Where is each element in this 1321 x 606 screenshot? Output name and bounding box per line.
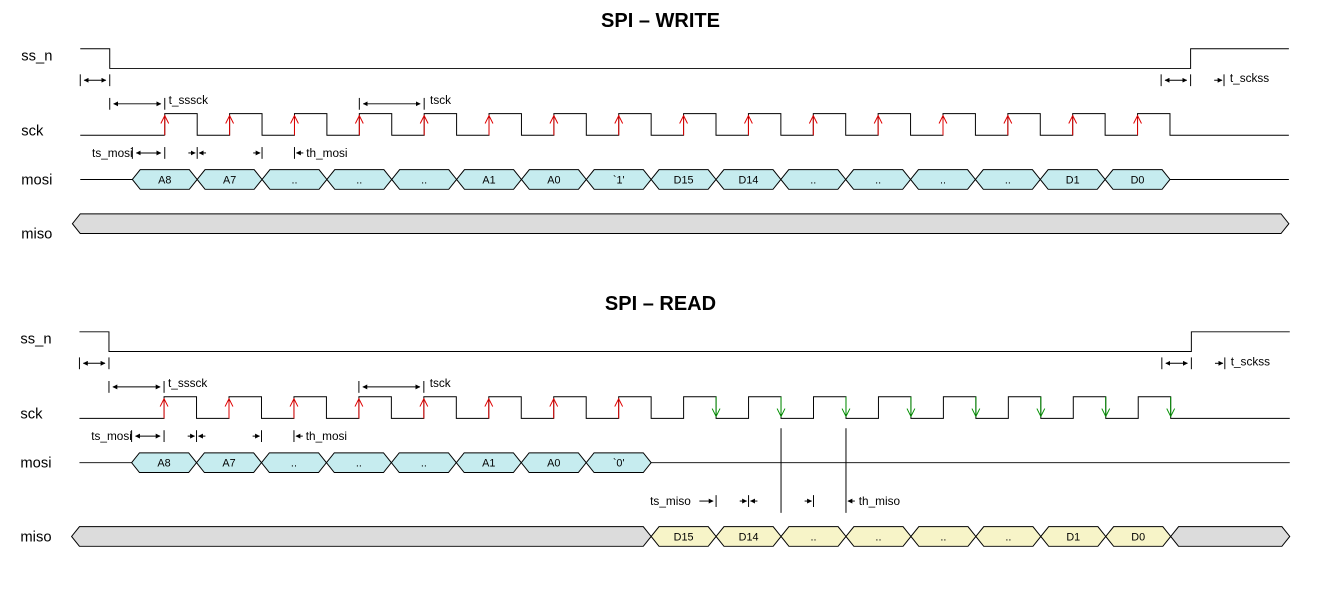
miso-dontcare-tail [1171, 527, 1290, 547]
bus-cell-label: A0 [547, 174, 560, 186]
bus-cell-label: .. [291, 458, 297, 470]
bus-cell-label: A8 [158, 174, 171, 186]
bus-cell-label: .. [356, 174, 362, 186]
bus-cell-label: .. [940, 174, 946, 186]
bus-cell-label: D0 [1131, 531, 1145, 543]
bus-cell-label: A1 [482, 458, 495, 470]
miso-label: miso [21, 226, 52, 242]
bus-cell-label: D15 [674, 531, 694, 543]
bus-cell-label: .. [940, 531, 946, 543]
miso-label: miso [20, 529, 51, 545]
bus-cell-label: .. [356, 458, 362, 470]
bus-cell-label: A0 [547, 458, 560, 470]
bus-cell-label: D0 [1131, 174, 1145, 186]
sck-label: sck [20, 406, 43, 422]
mosi-bus: A8 A7...... A1 A0 `1' D15 D14........ D1 D0 [132, 170, 1170, 190]
th-mosi-label: th_mosi [306, 147, 347, 160]
bus-cell-label: .. [421, 174, 427, 186]
tsck-label: tsck [430, 376, 451, 390]
sck-label: sck [21, 123, 44, 139]
bus-cell-label: `0' [613, 458, 625, 470]
bus-cell-label: .. [291, 174, 297, 186]
th-mosi-label: th_mosi [306, 429, 347, 443]
spi-write-svg: ss_n sck [10, 37, 1310, 263]
bus-cell-label: D1 [1066, 531, 1080, 543]
spi-read-svg: ss_n sck [10, 320, 1310, 566]
miso-dontcare-lead [72, 527, 652, 547]
ssn-trace [80, 49, 1289, 69]
ssn-label: ss_n [21, 49, 52, 65]
spi-read-title: SPI – READ [10, 293, 1311, 316]
t-sckss-label: t_sckss [1231, 354, 1270, 368]
bus-cell-label: A1 [482, 174, 495, 186]
ssn-trace [79, 332, 1289, 352]
bus-cell-label: .. [875, 531, 881, 543]
bus-cell-label: A7 [222, 458, 235, 470]
bus-cell-label: D1 [1066, 174, 1080, 186]
bus-cell-label: .. [810, 531, 816, 543]
bus-cell-label: .. [421, 458, 427, 470]
bus-cell-label: A7 [223, 174, 236, 186]
spi-read-diagram: SPI – READ ss_n sck [10, 293, 1311, 566]
bus-cell-label: D14 [739, 174, 759, 186]
miso-bus: D15 D14........ D1 D0 [651, 527, 1171, 547]
bus-cell-label: D14 [739, 531, 759, 543]
t-sssck-label: t_sssck [168, 376, 207, 390]
t-sckss-label: t_sckss [1230, 72, 1269, 85]
ts-miso-label: ts_miso [650, 494, 691, 508]
t-sssck-label: t_sssck [169, 94, 208, 107]
bus-cell-label: .. [1005, 531, 1011, 543]
miso-dontcare [72, 214, 1288, 234]
bus-cell-label: .. [1005, 174, 1011, 186]
spi-write-diagram: SPI – WRITE ss_n sck [10, 10, 1311, 263]
th-miso-label: th_miso [859, 494, 901, 508]
bus-cell-label: .. [810, 174, 816, 186]
spi-write-title: SPI – WRITE [10, 10, 1311, 33]
mosi-label: mosi [21, 172, 52, 188]
sck-trace [79, 397, 1289, 419]
bus-cell-label: `1' [613, 174, 625, 186]
ts-mosi-label: ts_mosi [91, 429, 132, 443]
ts-mosi-label: ts_mosi [92, 147, 133, 160]
ssn-label: ss_n [20, 332, 51, 348]
mosi-bus: A8 A7...... A1 A0 `0' [132, 453, 652, 473]
bus-cell-label: D15 [674, 174, 694, 186]
tsck-label: tsck [430, 94, 451, 107]
bus-cell-label: A8 [157, 458, 170, 470]
bus-cell-label: .. [875, 174, 881, 186]
mosi-label: mosi [20, 456, 51, 472]
